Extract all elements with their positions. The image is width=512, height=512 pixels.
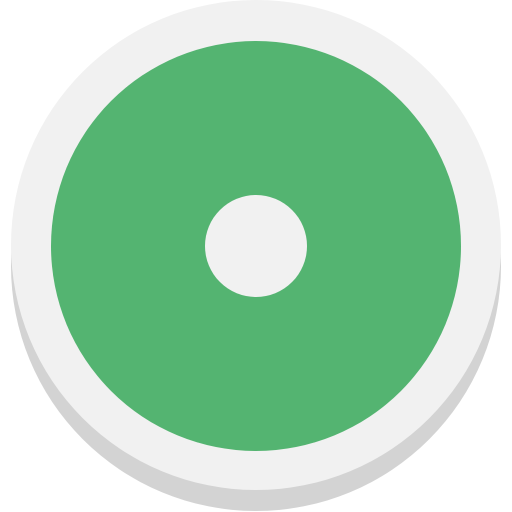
- record-button-icon[interactable]: [0, 0, 512, 512]
- icon-canvas: [0, 0, 512, 512]
- icon-center-dot: [205, 195, 307, 297]
